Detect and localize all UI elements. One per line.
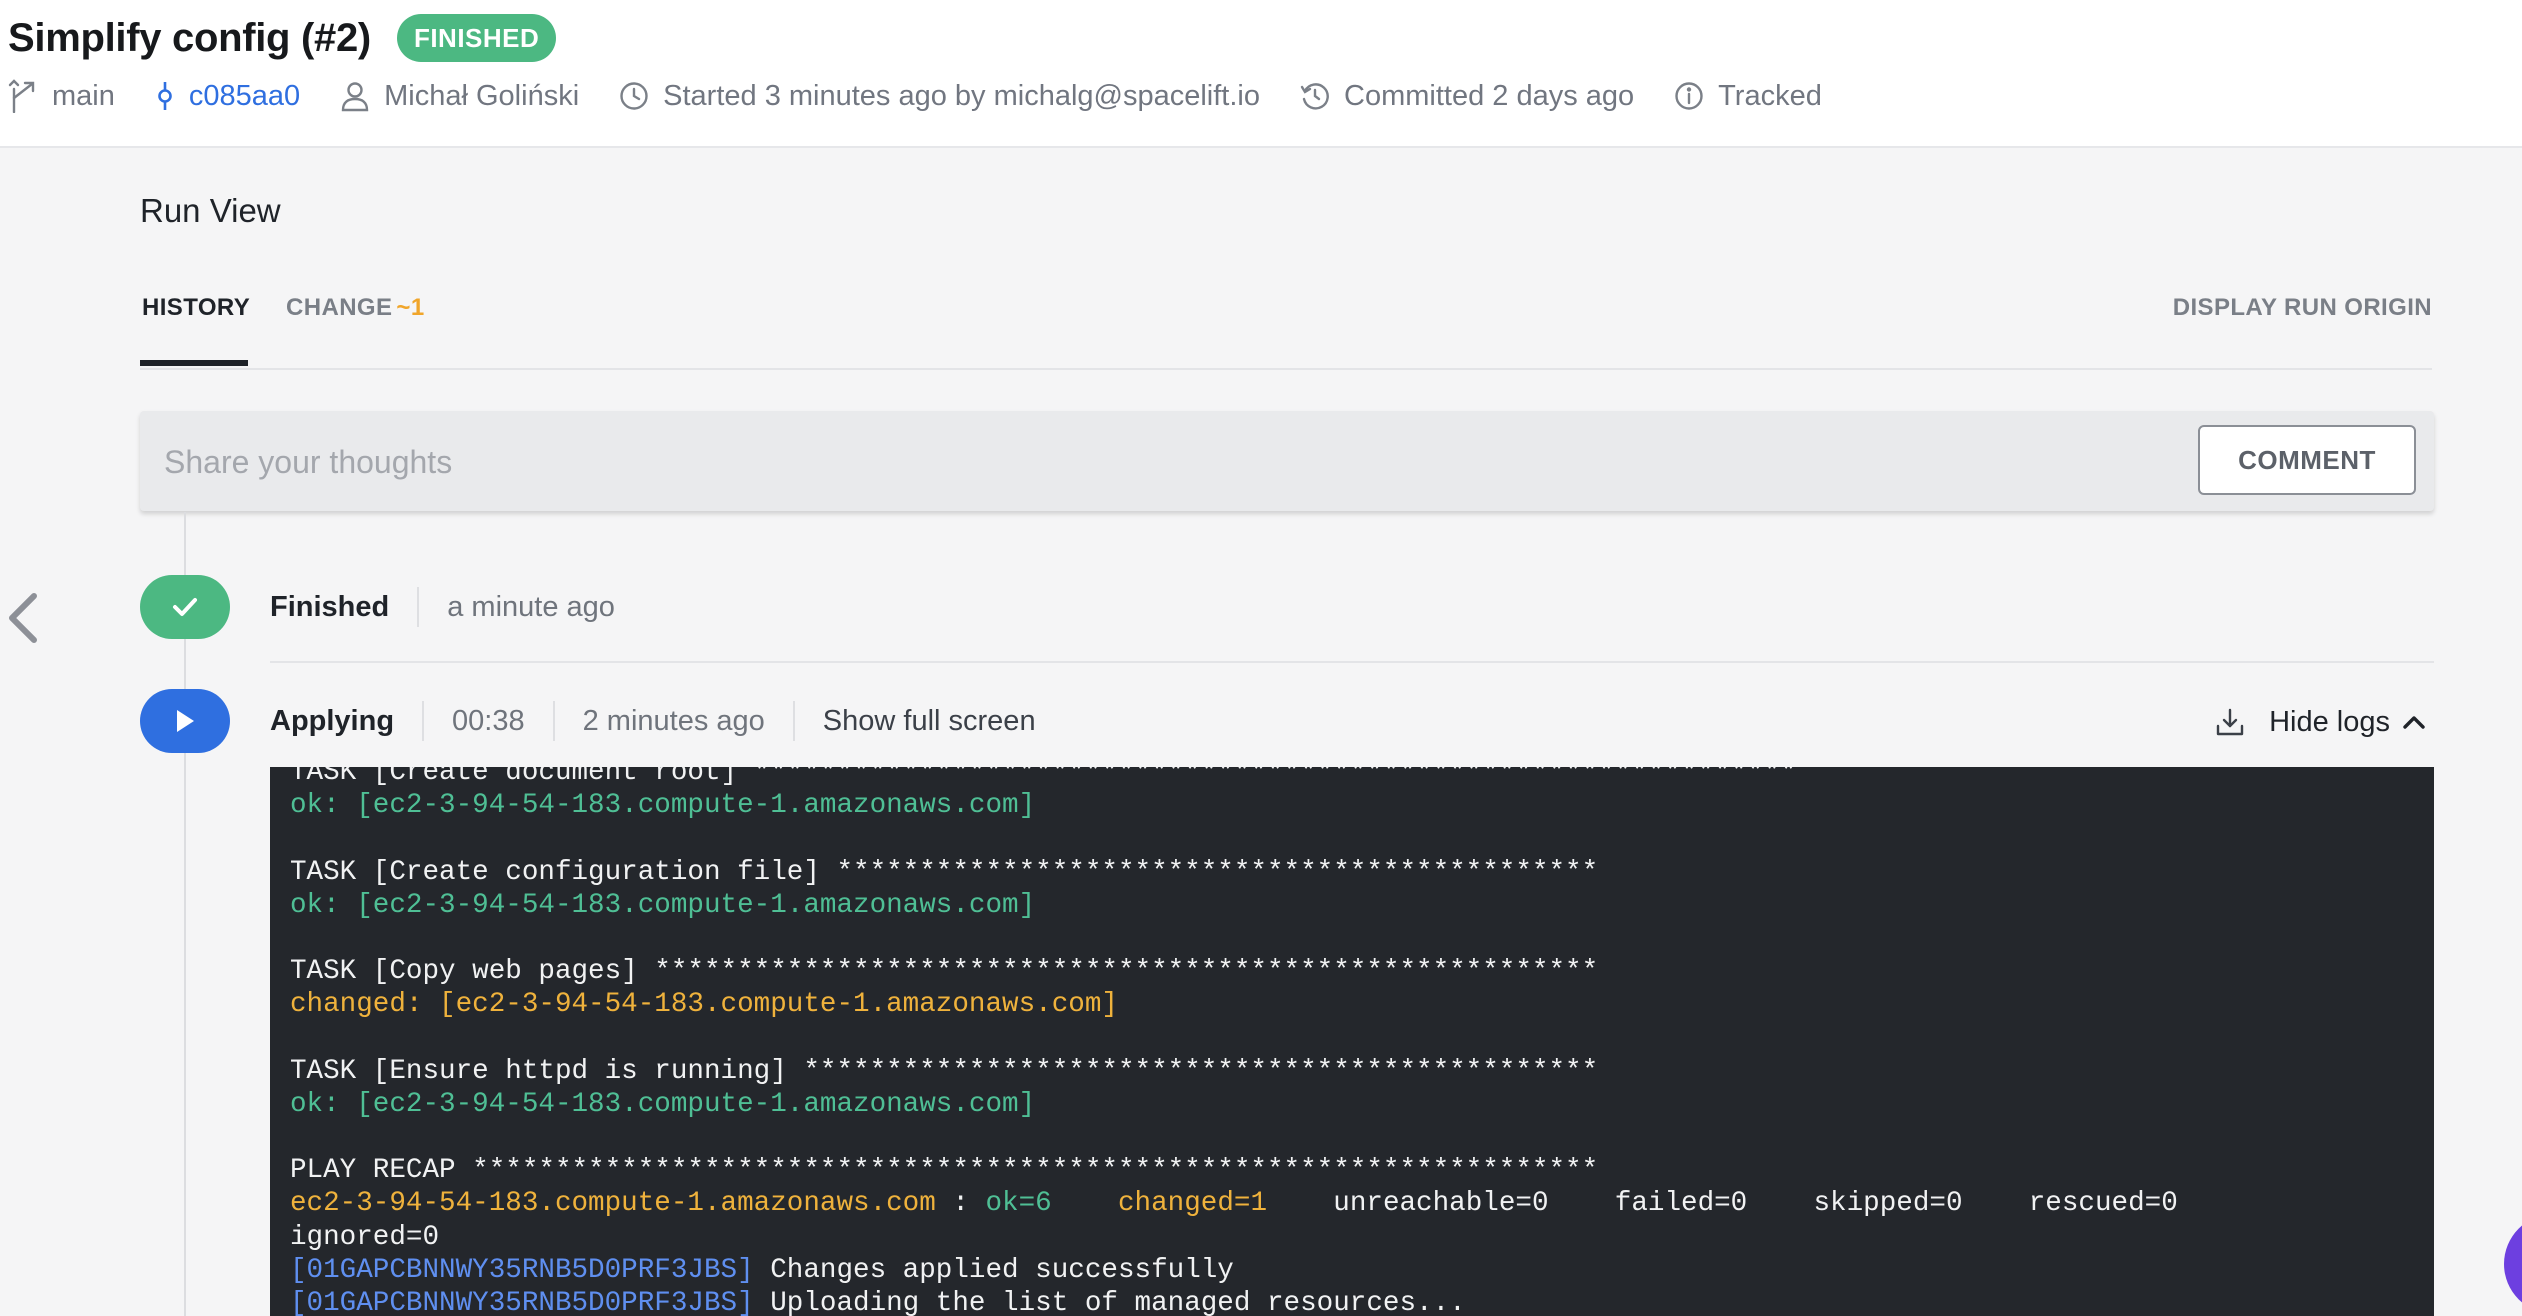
log-segment: unreachable=0 failed=0 skipped=0 rescued… — [1267, 1188, 2178, 1220]
log-segment — [1052, 1188, 1118, 1219]
log-line: [01GAPCBNNWY35RNB5D0PRF3JBS] Uploading t… — [290, 1287, 2430, 1316]
started-text: Started 3 minutes ago by michalg@spaceli… — [663, 79, 1260, 112]
author-item: Michał Goliński — [340, 80, 579, 113]
log-line: ok: [ec2-3-94-54-183.compute-1.amazonaws… — [290, 1088, 2430, 1121]
log-line: TASK [Ensure httpd is running] *********… — [290, 1055, 2430, 1088]
log-line: ec2-3-94-54-183.compute-1.amazonaws.com … — [290, 1187, 2430, 1220]
finished-status-icon — [140, 575, 230, 639]
tracked-item: Tracked — [1674, 80, 1822, 113]
hide-logs-label: Hide logs — [2269, 705, 2390, 738]
committed-item: Committed 2 days ago — [1300, 80, 1634, 113]
tab-change[interactable]: CHANGE ~1 — [286, 294, 425, 322]
entry-time: 2 minutes ago — [582, 704, 765, 737]
change-count-badge: ~1 — [396, 294, 425, 321]
user-icon — [341, 82, 369, 112]
log-segment: ok=6 — [985, 1188, 1052, 1220]
title-row: Simplify config (#2) FINISHED — [8, 8, 557, 68]
branch-name: main — [52, 79, 115, 112]
separator — [422, 701, 425, 741]
play-icon — [177, 710, 194, 732]
log-lines: TASK [Create document root] ************… — [290, 767, 2430, 1316]
log-line: ok: [ec2-3-94-54-183.compute-1.amazonaws… — [290, 789, 2430, 822]
log-segment: ec2-3-94-54-183.compute-1.amazonaws.com — [290, 1188, 936, 1220]
comment-button[interactable]: COMMENT — [2198, 425, 2416, 495]
comment-input[interactable] — [140, 411, 2166, 513]
log-segment: changed=1 — [1118, 1188, 1268, 1220]
run-header: Simplify config (#2) FINISHED main c085a… — [0, 0, 2522, 148]
log-line: [01GAPCBNNWY35RNB5D0PRF3JBS] Changes app… — [290, 1254, 2430, 1287]
hide-logs-button[interactable]: Hide logs — [2215, 699, 2426, 745]
entry-duration: 00:38 — [452, 704, 525, 737]
log-segment: Uploading the list of managed resources.… — [753, 1288, 1466, 1316]
log-line: TASK [Create document root] ************… — [290, 767, 2430, 789]
chevron-up-icon — [2403, 716, 2425, 729]
log-segment: TASK [Copy web pages] ******************… — [290, 956, 1599, 988]
branch-item[interactable]: main — [8, 79, 115, 113]
started-item: Started 3 minutes ago by michalg@spaceli… — [619, 80, 1260, 113]
run-meta: main c085aa0 Michał Goliński Started 3 m… — [8, 76, 1862, 116]
log-segment: : — [935, 1188, 986, 1220]
page-title: Simplify config (#2) — [8, 15, 371, 60]
entry-divider — [270, 661, 2434, 663]
display-run-origin-button[interactable]: DISPLAY RUN ORIGIN — [2173, 294, 2432, 322]
clock-icon — [620, 82, 648, 110]
active-tab-indicator — [140, 360, 248, 366]
committed-text: Committed 2 days ago — [1344, 79, 1635, 112]
commit-icon — [158, 82, 172, 110]
separator — [417, 587, 420, 627]
log-segment: PLAY RECAP *****************************… — [290, 1155, 1599, 1187]
log-segment: ok: [ec2-3-94-54-183.compute-1.amazonaws… — [290, 889, 1036, 921]
log-segment: TASK [Ensure httpd is running] *********… — [290, 1055, 1599, 1087]
commit-hash-link[interactable]: c085aa0 — [189, 80, 300, 113]
log-line: TASK [Create configuration file] *******… — [290, 856, 2430, 889]
applying-status-icon — [140, 689, 230, 753]
download-icon[interactable] — [2215, 707, 2245, 737]
chevron-left-icon[interactable] — [4, 590, 40, 646]
separator — [792, 701, 795, 741]
log-segment: changed: [ec2-3-94-54-183.compute-1.amaz… — [290, 989, 1118, 1021]
log-segment: ok: [ec2-3-94-54-183.compute-1.amazonaws… — [290, 1088, 1036, 1120]
show-full-screen-button[interactable]: Show full screen — [823, 705, 1036, 738]
status-badge: FINISHED — [396, 14, 557, 62]
tracked-text: Tracked — [1718, 79, 1822, 112]
info-icon — [1675, 82, 1703, 110]
entry-time: a minute ago — [447, 590, 615, 623]
entry-state-label: Applying — [270, 704, 395, 737]
log-segment: TASK [Create configuration file] *******… — [290, 856, 1599, 888]
chat-widget-button[interactable] — [2504, 1214, 2522, 1314]
log-segment: [01GAPCBNNWY35RNB5D0PRF3JBS] — [290, 1288, 754, 1316]
tab-history[interactable]: HISTORY — [142, 294, 250, 322]
log-segment: ignored=0 — [290, 1221, 440, 1253]
run-view-tabs: HISTORY CHANGE ~1 DISPLAY RUN ORIGIN — [140, 280, 2432, 370]
log-line: changed: [ec2-3-94-54-183.compute-1.amaz… — [290, 988, 2430, 1021]
tab-change-label: CHANGE — [286, 294, 393, 321]
commit-item[interactable]: c085aa0 — [155, 80, 300, 113]
history-entry-applying: Applying 00:38 2 minutes ago Show full s… — [270, 689, 1036, 753]
run-view-title: Run View — [140, 192, 281, 229]
history-icon — [1300, 83, 1329, 110]
history-entry-finished: Finished a minute ago — [270, 575, 615, 639]
separator — [552, 701, 555, 741]
log-segment: TASK [Create document root] ************… — [290, 767, 1797, 788]
check-icon — [173, 598, 197, 616]
log-segment: Changes applied successfully — [753, 1254, 1234, 1286]
author-name: Michał Goliński — [384, 79, 580, 112]
branch-icon — [8, 79, 35, 113]
entry-state-label: Finished — [270, 590, 390, 623]
log-line: ignored=0 — [290, 1221, 2430, 1254]
log-line: ok: [ec2-3-94-54-183.compute-1.amazonaws… — [290, 889, 2430, 922]
log-segment: ok: [ec2-3-94-54-183.compute-1.amazonaws… — [290, 790, 1036, 822]
log-output-panel[interactable]: TASK [Create document root] ************… — [270, 767, 2434, 1316]
log-line: PLAY RECAP *****************************… — [290, 1154, 2430, 1187]
log-line: TASK [Copy web pages] ******************… — [290, 955, 2430, 988]
log-segment: [01GAPCBNNWY35RNB5D0PRF3JBS] — [290, 1254, 754, 1286]
comment-box: COMMENT — [140, 411, 2434, 513]
